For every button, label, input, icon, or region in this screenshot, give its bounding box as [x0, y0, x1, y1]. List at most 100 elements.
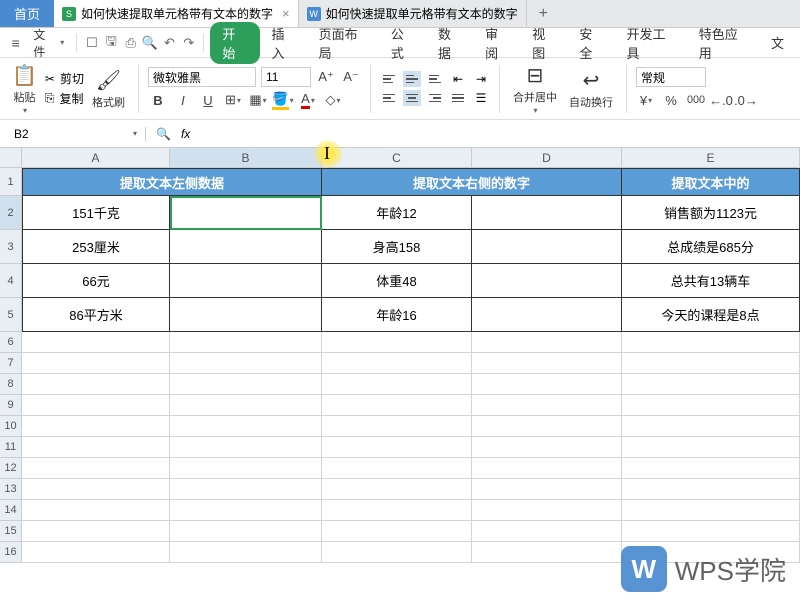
- cell-C6[interactable]: [322, 332, 472, 353]
- align-center-button[interactable]: [403, 90, 421, 106]
- row-header-2[interactable]: 2: [0, 196, 22, 230]
- formula-input[interactable]: [200, 124, 790, 143]
- align-bottom-button[interactable]: [426, 71, 444, 87]
- fx-label[interactable]: fx: [181, 127, 190, 141]
- new-icon[interactable]: ☐: [83, 35, 100, 51]
- row-header-11[interactable]: 11: [0, 437, 22, 458]
- cell-D11[interactable]: [472, 437, 622, 458]
- row-header-8[interactable]: 8: [0, 374, 22, 395]
- col-header-A[interactable]: A: [22, 148, 170, 168]
- cut-button[interactable]: ✂ 剪切: [45, 70, 84, 87]
- cell-B3[interactable]: [170, 230, 322, 264]
- menu-review[interactable]: 审阅: [475, 24, 520, 62]
- tab-home[interactable]: 首页: [0, 0, 54, 27]
- merge-center-button[interactable]: ⊟ 合并居中▾: [509, 61, 561, 117]
- menu-start[interactable]: 开始: [210, 22, 259, 64]
- increase-font-icon[interactable]: A⁺: [316, 67, 336, 87]
- cell-D12[interactable]: [472, 458, 622, 479]
- percent-button[interactable]: %: [661, 90, 681, 110]
- cell-E4[interactable]: 总共有13辆车: [622, 264, 800, 298]
- menu-special[interactable]: 特色应用: [689, 24, 759, 62]
- menu-devtools[interactable]: 开发工具: [617, 24, 687, 62]
- header-cell[interactable]: 提取文本左侧数据: [22, 168, 322, 196]
- cell-B5[interactable]: [170, 298, 322, 332]
- font-select[interactable]: [148, 67, 256, 87]
- cell-C11[interactable]: [322, 437, 472, 458]
- border-button[interactable]: ⊞▾: [223, 90, 243, 110]
- fill-color-button[interactable]: 🪣▾: [273, 90, 293, 110]
- cell-A14[interactable]: [22, 500, 170, 521]
- justify-button[interactable]: [449, 90, 467, 106]
- cell-D9[interactable]: [472, 395, 622, 416]
- cell-B6[interactable]: [170, 332, 322, 353]
- app-menu-icon[interactable]: ≡: [6, 33, 25, 53]
- cell-E2[interactable]: 销售额为1123元: [622, 196, 800, 230]
- font-color-button[interactable]: A▾: [298, 90, 318, 110]
- cell-B11[interactable]: [170, 437, 322, 458]
- comma-button[interactable]: 000: [686, 90, 706, 110]
- cell-A2[interactable]: 151千克: [22, 196, 170, 230]
- row-header-6[interactable]: 6: [0, 332, 22, 353]
- cell-D3[interactable]: [472, 230, 622, 264]
- copy-button[interactable]: ⎘ 复制: [45, 90, 84, 107]
- cell-D13[interactable]: [472, 479, 622, 500]
- number-format-select[interactable]: [636, 67, 706, 87]
- row-header-9[interactable]: 9: [0, 395, 22, 416]
- paste-button[interactable]: 📋 粘贴▾: [8, 61, 41, 117]
- cell-E6[interactable]: [622, 332, 800, 353]
- cell-C3[interactable]: 身高158: [322, 230, 472, 264]
- cell-A11[interactable]: [22, 437, 170, 458]
- underline-button[interactable]: U: [198, 90, 218, 110]
- cell-E7[interactable]: [622, 353, 800, 374]
- cell-E12[interactable]: [622, 458, 800, 479]
- cell-E9[interactable]: [622, 395, 800, 416]
- cell-C13[interactable]: [322, 479, 472, 500]
- row-header-5[interactable]: 5: [0, 298, 22, 332]
- cell-A5[interactable]: 86平方米: [22, 298, 170, 332]
- cell-A6[interactable]: [22, 332, 170, 353]
- cell-D16[interactable]: [472, 542, 622, 563]
- align-left-button[interactable]: [380, 90, 398, 106]
- row-header-4[interactable]: 4: [0, 264, 22, 298]
- cell-E15[interactable]: [622, 521, 800, 542]
- cell-B10[interactable]: [170, 416, 322, 437]
- cell-D10[interactable]: [472, 416, 622, 437]
- cell-A4[interactable]: 66元: [22, 264, 170, 298]
- select-all-corner[interactable]: [0, 148, 22, 168]
- cell-C7[interactable]: [322, 353, 472, 374]
- menu-pagelayout[interactable]: 页面布局: [309, 24, 379, 62]
- cell-B2[interactable]: [170, 196, 322, 230]
- row-header-14[interactable]: 14: [0, 500, 22, 521]
- cell-B7[interactable]: [170, 353, 322, 374]
- cell-B4[interactable]: [170, 264, 322, 298]
- cell-B12[interactable]: [170, 458, 322, 479]
- menu-formula[interactable]: 公式: [381, 24, 426, 62]
- clear-format-button[interactable]: ◇▾: [323, 90, 343, 110]
- print-icon[interactable]: ⎙: [122, 35, 139, 51]
- row-header-13[interactable]: 13: [0, 479, 22, 500]
- close-icon[interactable]: ×: [282, 6, 290, 21]
- cell-A9[interactable]: [22, 395, 170, 416]
- menu-insert[interactable]: 插入: [262, 24, 307, 62]
- menu-doc[interactable]: 文: [761, 33, 794, 52]
- font-size-select[interactable]: [261, 67, 311, 87]
- row-header-7[interactable]: 7: [0, 353, 22, 374]
- cell-D15[interactable]: [472, 521, 622, 542]
- header-cell[interactable]: 提取文本中的: [622, 168, 800, 196]
- cell-C14[interactable]: [322, 500, 472, 521]
- menu-data[interactable]: 数据: [428, 24, 473, 62]
- cell-D4[interactable]: [472, 264, 622, 298]
- align-right-button[interactable]: [426, 90, 444, 106]
- cell-D14[interactable]: [472, 500, 622, 521]
- cell-A13[interactable]: [22, 479, 170, 500]
- cell-B8[interactable]: [170, 374, 322, 395]
- currency-button[interactable]: ¥▾: [636, 90, 656, 110]
- cell-B14[interactable]: [170, 500, 322, 521]
- cell-C15[interactable]: [322, 521, 472, 542]
- cell-D5[interactable]: [472, 298, 622, 332]
- zoom-icon[interactable]: 🔍: [156, 127, 171, 141]
- row-header-1[interactable]: 1: [0, 168, 22, 196]
- wrap-text-button[interactable]: ↩ 自动换行: [565, 66, 617, 112]
- file-menu[interactable]: 文件▾: [27, 26, 70, 60]
- name-box[interactable]: B2 ▾: [6, 127, 146, 141]
